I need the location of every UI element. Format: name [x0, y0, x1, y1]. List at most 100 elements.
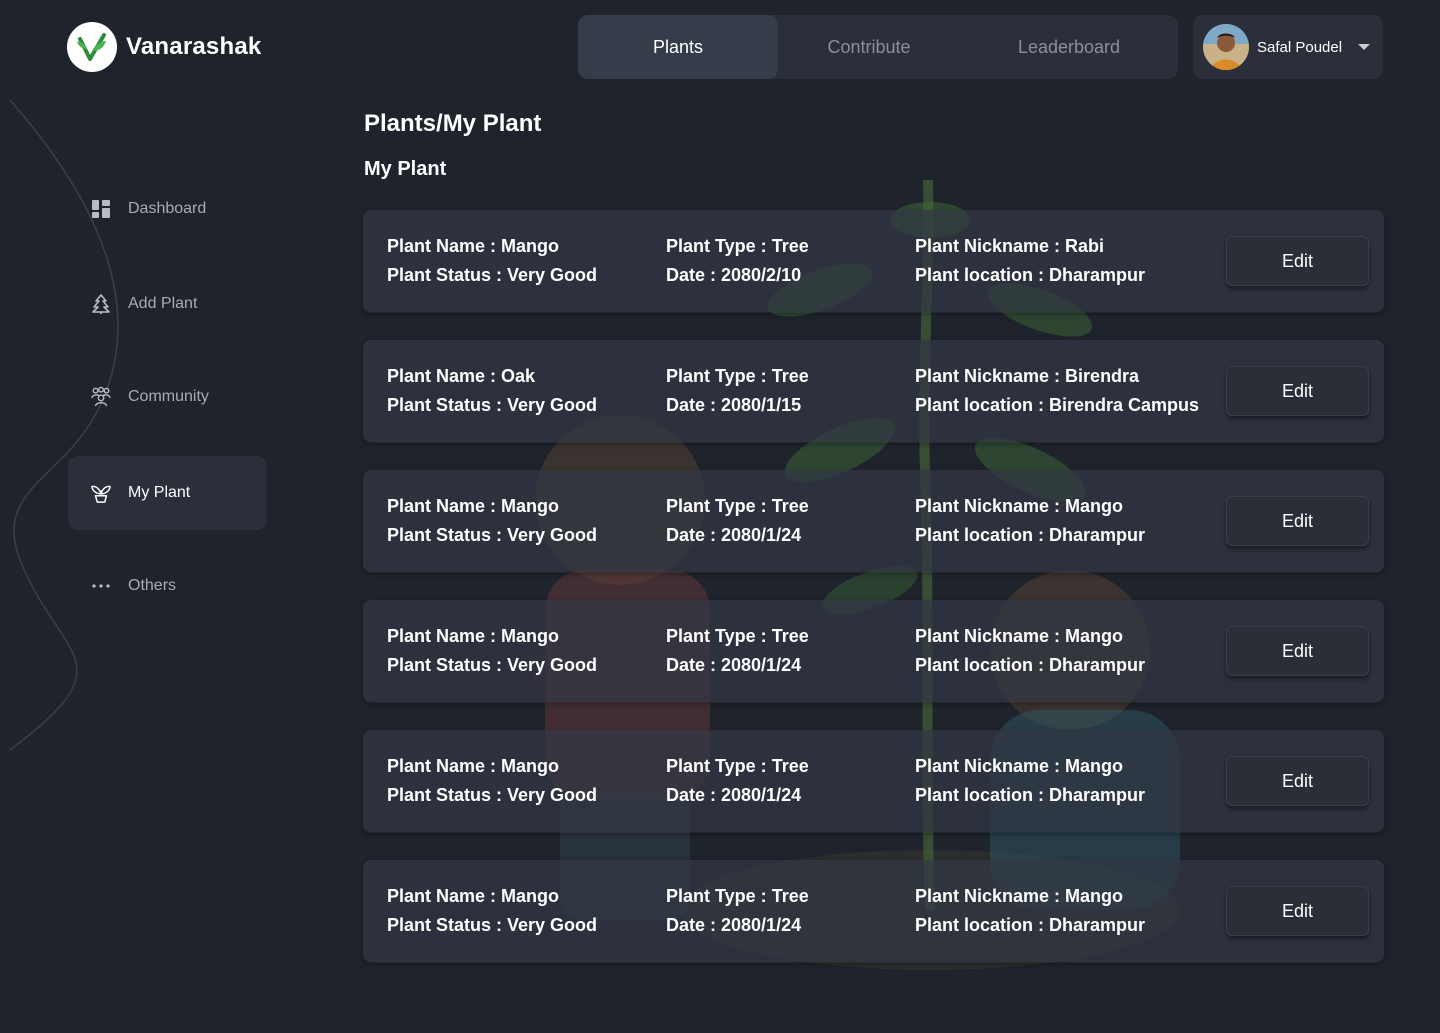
plant-name-label: Plant Name :: [387, 366, 502, 386]
plant-name-label: Plant Name :: [387, 496, 502, 516]
plant-type-value: Tree: [771, 886, 809, 906]
edit-button[interactable]: Edit: [1226, 756, 1369, 806]
plant-date: Date : 2080/1/24: [666, 781, 801, 810]
dashboard-icon: [90, 198, 112, 220]
sidebar-item-my-plant[interactable]: My Plant: [68, 456, 267, 530]
tab-leaderboard[interactable]: Leaderboard: [960, 15, 1178, 79]
plant-date: Date : 2080/1/24: [666, 521, 801, 550]
sidebar-item-community[interactable]: Community: [68, 360, 267, 434]
plant-date-label: Date :: [666, 915, 722, 935]
plant-date: Date : 2080/2/10: [666, 261, 801, 290]
plant-type-value: Tree: [771, 236, 809, 256]
plant-nickname-value: Mango: [1065, 496, 1124, 516]
plant-location-label: Plant location :: [915, 395, 1050, 415]
sidebar-item-others[interactable]: Others: [68, 549, 267, 623]
plant-nickname-label: Plant Nickname :: [915, 366, 1066, 386]
logo-leaf-icon: [67, 22, 117, 72]
more-dots-icon: [90, 575, 112, 597]
sidebar-item-add-plant[interactable]: Add Plant: [68, 267, 267, 341]
tab-plants[interactable]: Plants: [578, 15, 778, 79]
edit-button[interactable]: Edit: [1226, 886, 1369, 936]
plant-location-value: Dharampur: [1049, 655, 1146, 675]
tab-contribute[interactable]: Contribute: [778, 15, 960, 79]
plant-nickname: Plant Nickname : Mango: [915, 622, 1123, 651]
tree-icon: [90, 293, 112, 315]
sidebar-item-label: Dashboard: [128, 200, 207, 217]
plant-name-value: Mango: [501, 886, 560, 906]
plant-status-value: Very Good: [507, 525, 598, 545]
sidebar-item-label: My Plant: [128, 484, 191, 501]
plant-nickname-label: Plant Nickname :: [915, 496, 1066, 516]
plant-card: Plant Name : Mango Plant Status : Very Go…: [363, 730, 1384, 832]
plant-date-value: 2080/1/24: [721, 655, 802, 675]
plant-status-label: Plant Status :: [387, 265, 508, 285]
plant-status-label: Plant Status :: [387, 395, 508, 415]
plant-name: Plant Name : Mango: [387, 622, 559, 651]
plant-type-value: Tree: [771, 366, 809, 386]
edit-button[interactable]: Edit: [1226, 626, 1369, 676]
plant-type-label: Plant Type :: [666, 236, 772, 256]
user-menu[interactable]: Safal Poudel: [1193, 15, 1383, 79]
plant-type: Plant Type : Tree: [666, 752, 809, 781]
plant-card: Plant Name : Oak Plant Status : Very Good…: [363, 340, 1384, 442]
plant-type-label: Plant Type :: [666, 756, 772, 776]
sidebar-item-dashboard[interactable]: Dashboard: [68, 172, 267, 246]
plant-nickname-value: Mango: [1065, 626, 1124, 646]
plant-name-value: Mango: [501, 236, 560, 256]
plant-status-label: Plant Status :: [387, 655, 508, 675]
plant-status-value: Very Good: [507, 785, 598, 805]
plant-date-label: Date :: [666, 785, 722, 805]
edit-button[interactable]: Edit: [1226, 496, 1369, 546]
plant-nickname: Plant Nickname : Mango: [915, 492, 1123, 521]
edit-button[interactable]: Edit: [1226, 366, 1369, 416]
plant-location-label: Plant location :: [915, 785, 1050, 805]
plant-location-value: Dharampur: [1049, 915, 1146, 935]
plant-type: Plant Type : Tree: [666, 232, 809, 261]
page-title: My Plant: [364, 158, 447, 180]
plant-location-value: Dharampur: [1049, 265, 1146, 285]
plant-date-label: Date :: [666, 265, 722, 285]
plant-nickname-value: Mango: [1065, 886, 1124, 906]
plant-name-value: Mango: [501, 756, 560, 776]
plant-type: Plant Type : Tree: [666, 492, 809, 521]
plant-location-label: Plant location :: [915, 525, 1050, 545]
plant-type-label: Plant Type :: [666, 496, 772, 516]
edit-button[interactable]: Edit: [1226, 236, 1369, 286]
plant-card: Plant Name : Mango Plant Status : Very Go…: [363, 470, 1384, 572]
plant-name-value: Mango: [501, 626, 560, 646]
plant-status: Plant Status : Very Good: [387, 911, 597, 940]
plant-status-value: Very Good: [507, 915, 598, 935]
plant-status: Plant Status : Very Good: [387, 651, 597, 680]
plant-card: Plant Name : Mango Plant Status : Very Go…: [363, 210, 1384, 312]
plant-nickname-value: Birendra: [1065, 366, 1140, 386]
plant-date: Date : 2080/1/24: [666, 651, 801, 680]
plant-location-label: Plant location :: [915, 915, 1050, 935]
user-name: Safal Poudel: [1257, 38, 1343, 56]
plant-name: Plant Name : Mango: [387, 882, 559, 911]
plant-date-label: Date :: [666, 655, 722, 675]
plant-name: Plant Name : Mango: [387, 492, 559, 521]
plant-status-value: Very Good: [507, 265, 598, 285]
plant-name-label: Plant Name :: [387, 236, 502, 256]
plant-type: Plant Type : Tree: [666, 362, 809, 391]
plant-nickname: Plant Nickname : Birendra: [915, 362, 1139, 391]
plant-date-label: Date :: [666, 395, 722, 415]
plant-location-value: Dharampur: [1049, 525, 1146, 545]
plant-status: Plant Status : Very Good: [387, 391, 597, 420]
plant-date-value: 2080/1/24: [721, 915, 802, 935]
sidebar-item-label: Community: [128, 388, 209, 405]
plant-type-value: Tree: [771, 626, 809, 646]
sidebar-item-label: Add Plant: [128, 295, 198, 312]
plant-location: Plant location : Dharampur: [915, 261, 1145, 290]
plant-nickname-label: Plant Nickname :: [915, 626, 1066, 646]
plant-name-value: Oak: [501, 366, 536, 386]
top-navigation: Plants Contribute Leaderboard: [578, 15, 1178, 79]
app-name: Vanarashak: [126, 33, 262, 60]
plant-date-value: 2080/1/24: [721, 525, 802, 545]
plant-nickname-value: Mango: [1065, 756, 1124, 776]
plant-name-label: Plant Name :: [387, 886, 502, 906]
plant-location-value: Dharampur: [1049, 785, 1146, 805]
sidebar-item-label: Others: [128, 577, 177, 594]
plant-date-value: 2080/2/10: [721, 265, 802, 285]
app-logo[interactable]: Vanarashak: [67, 22, 261, 72]
